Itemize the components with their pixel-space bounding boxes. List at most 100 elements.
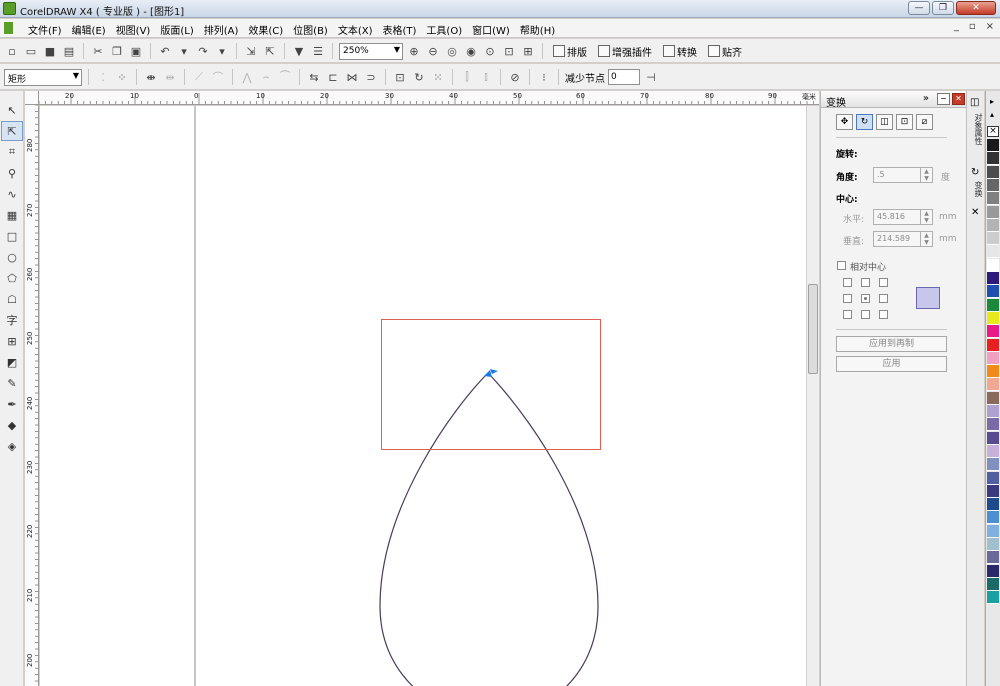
scrollbar-thumb[interactable] <box>808 284 818 374</box>
curve-smoothness-slider-icon[interactable]: ⊣ <box>643 69 659 85</box>
color-swatch[interactable] <box>987 232 999 246</box>
color-swatch[interactable] <box>987 311 999 325</box>
delete-node-icon[interactable]: ⁘ <box>114 69 130 85</box>
zoom-height-icon[interactable]: ⊞ <box>520 43 536 59</box>
horizontal-spinner-icon[interactable]: ▲ ▼ <box>920 210 932 224</box>
color-swatch[interactable] <box>987 484 999 498</box>
reduce-nodes-input[interactable]: 0 <box>608 69 640 85</box>
menu-file[interactable]: 文件(F) <box>26 22 70 37</box>
color-swatch[interactable] <box>987 405 999 418</box>
interactive-fill-tool-icon[interactable]: ◈ <box>1 436 23 456</box>
color-swatch[interactable] <box>987 325 999 339</box>
undo-dropdown-icon[interactable]: ▾ <box>176 43 192 59</box>
color-swatch[interactable] <box>987 285 999 299</box>
undo-icon[interactable]: ↶ <box>157 43 173 59</box>
close-button[interactable]: ✕ <box>956 1 996 15</box>
color-swatch[interactable] <box>987 378 999 392</box>
select-all-nodes-icon[interactable]: ⁝ <box>536 69 552 85</box>
new-document-icon[interactable]: ▫ <box>4 43 20 59</box>
menu-bitmaps[interactable]: 位图(B) <box>291 22 336 37</box>
export-icon[interactable]: ⇱ <box>262 43 278 59</box>
snap-button[interactable]: 贴齐 <box>704 44 746 59</box>
crop-tool-icon[interactable]: ⌗ <box>1 142 23 162</box>
enhance-plugin-button[interactable]: 增强插件 <box>594 44 656 59</box>
copy-icon[interactable]: ❐ <box>109 43 125 59</box>
rectangle-tool-icon[interactable]: □ <box>1 226 23 246</box>
color-swatch[interactable] <box>987 498 999 512</box>
docker-minimize-button[interactable]: − <box>937 93 950 105</box>
smart-fill-tool-icon[interactable]: ▦ <box>1 205 23 225</box>
drawing-canvas[interactable] <box>40 106 806 686</box>
docker-expand-icon[interactable]: » <box>923 93 929 105</box>
color-swatch[interactable] <box>987 538 999 551</box>
reverse-direction-icon[interactable]: ⇆ <box>306 69 322 85</box>
polygon-tool-icon[interactable]: ⬠ <box>1 268 23 288</box>
elastic-mode-icon[interactable]: ⊘ <box>507 69 523 85</box>
color-swatch[interactable] <box>987 205 999 219</box>
color-swatch[interactable] <box>987 338 999 352</box>
anchor-top-center[interactable] <box>861 278 870 287</box>
mirror-horizontal-icon[interactable]: ⫿ <box>459 69 475 85</box>
shape-type-select[interactable]: 矩形 ▼ <box>4 68 82 86</box>
auto-close-icon[interactable]: ⊃ <box>363 69 379 85</box>
color-swatch[interactable] <box>987 298 999 312</box>
pick-tool-icon[interactable]: ↖ <box>1 100 23 120</box>
relative-center-checkbox[interactable] <box>837 261 846 270</box>
rotate-mode-icon[interactable]: ↻ <box>856 114 873 130</box>
doc-restore-button[interactable]: ▫ <box>969 21 976 32</box>
color-swatch[interactable] <box>987 272 999 285</box>
palette-scroll-up-icon[interactable]: ▸ <box>990 97 994 106</box>
docker-close-button[interactable]: ✕ <box>952 93 965 105</box>
menu-layout[interactable]: 版面(L) <box>158 22 201 37</box>
zoom-page-icon[interactable]: ⊙ <box>482 43 498 59</box>
redo-icon[interactable]: ↷ <box>195 43 211 59</box>
zoom-out-icon[interactable]: ⊖ <box>425 43 441 59</box>
redo-dropdown-icon[interactable]: ▾ <box>214 43 230 59</box>
fill-tool-icon[interactable]: ◆ <box>1 415 23 435</box>
open-folder-icon[interactable]: ▭ <box>23 43 39 59</box>
anchor-bottom-center[interactable] <box>861 310 870 319</box>
application-launcher-icon[interactable]: ▼ <box>291 43 307 59</box>
selected-node-marker[interactable] <box>484 369 498 377</box>
menu-text[interactable]: 文本(X) <box>336 22 381 37</box>
text-tool-icon[interactable]: 字 <box>1 310 23 330</box>
horizontal-ruler[interactable]: 20 10 0 10 20 30 40 50 60 70 80 90 毫米 <box>39 91 819 105</box>
outline-tool-icon[interactable]: ✒ <box>1 394 23 414</box>
menu-table[interactable]: 表格(T) <box>381 22 425 37</box>
position-mode-icon[interactable]: ✥ <box>836 114 853 130</box>
ruler-origin[interactable] <box>25 91 39 105</box>
color-swatch[interactable] <box>987 139 999 152</box>
anchor-middle-left[interactable] <box>843 294 852 303</box>
break-curve-icon[interactable]: ⇹ <box>162 69 178 85</box>
tab-transform[interactable]: 变换 <box>968 181 984 197</box>
menu-edit[interactable]: 编辑(E) <box>70 22 114 37</box>
to-curve-icon[interactable]: ⌒ <box>210 69 226 85</box>
color-swatch[interactable] <box>987 258 999 272</box>
menu-effects[interactable]: 效果(C) <box>246 22 291 37</box>
join-nodes-icon[interactable]: ⇼ <box>143 69 159 85</box>
ellipse-tool-icon[interactable]: ○ <box>1 247 23 267</box>
color-swatch[interactable] <box>987 165 999 179</box>
color-swatch[interactable] <box>987 591 999 605</box>
color-swatch[interactable] <box>987 391 999 405</box>
menu-tools[interactable]: 工具(O) <box>424 22 470 37</box>
rotate-nodes-icon[interactable]: ↻ <box>411 69 427 85</box>
menu-help[interactable]: 帮助(H) <box>518 22 563 37</box>
palette-scroll-up-icon[interactable]: ▴ <box>990 110 994 119</box>
anchor-top-right[interactable] <box>879 278 888 287</box>
extend-curve-icon[interactable]: ⊏ <box>325 69 341 85</box>
color-swatch[interactable] <box>987 524 999 538</box>
color-swatch[interactable] <box>987 192 999 206</box>
minimize-button[interactable]: — <box>908 1 930 15</box>
color-swatch[interactable] <box>987 511 999 525</box>
stretch-nodes-icon[interactable]: ⊡ <box>392 69 408 85</box>
to-line-icon[interactable]: ⟋ <box>191 69 207 85</box>
color-swatch[interactable] <box>987 152 999 166</box>
import-icon[interactable]: ⇲ <box>243 43 259 59</box>
freehand-tool-icon[interactable]: ∿ <box>1 184 23 204</box>
no-color-swatch[interactable]: × <box>987 126 999 137</box>
color-swatch[interactable] <box>987 178 999 192</box>
zoom-all-icon[interactable]: ◉ <box>463 43 479 59</box>
color-swatch[interactable] <box>987 444 999 458</box>
zoom-tool-icon[interactable]: ⚲ <box>1 163 23 183</box>
